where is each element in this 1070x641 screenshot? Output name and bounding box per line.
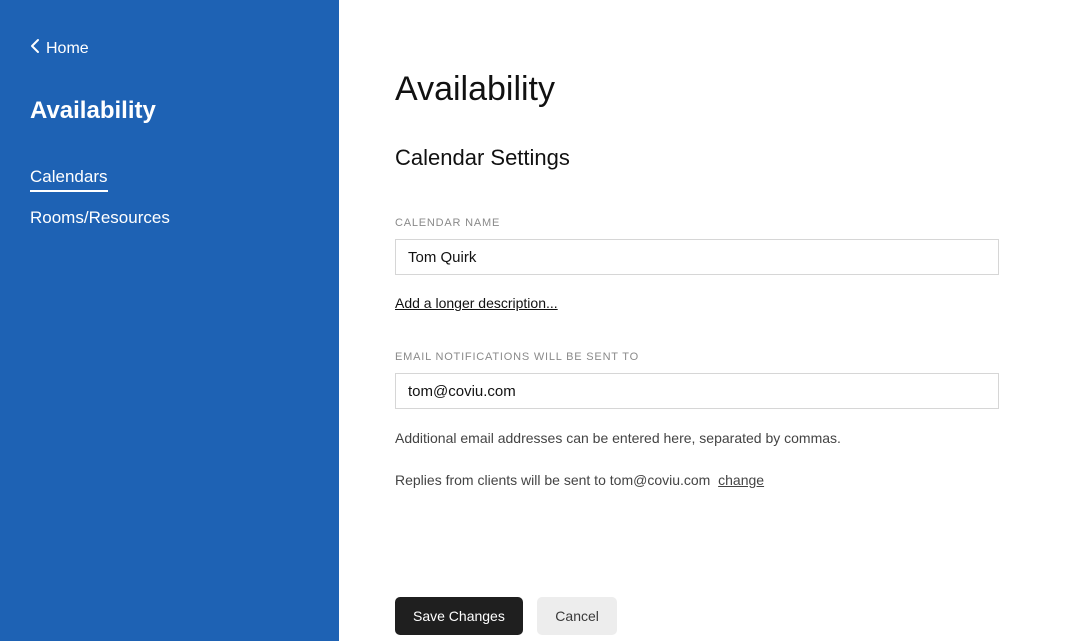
main-content: Availability Calendar Settings CALENDAR … [339, 0, 1070, 641]
back-home-label: Home [46, 40, 89, 58]
sidebar-item-rooms-resources[interactable]: Rooms/Resources [30, 208, 170, 228]
email-notifications-label: EMAIL NOTIFICATIONS WILL BE SENT TO [395, 351, 1014, 363]
change-reply-email-link[interactable]: change [718, 472, 764, 488]
reply-hint: Replies from clients will be sent to tom… [395, 469, 1014, 493]
page-title: Availability [395, 70, 1014, 109]
add-description-link[interactable]: Add a longer description... [395, 295, 558, 311]
sidebar: Home Availability Calendars Rooms/Resour… [0, 0, 339, 641]
email-hint: Additional email addresses can be entere… [395, 427, 1014, 451]
back-home-link[interactable]: Home [30, 38, 309, 59]
calendar-name-label: CALENDAR NAME [395, 217, 1014, 229]
section-title: Calendar Settings [395, 145, 1014, 171]
cancel-button[interactable]: Cancel [537, 597, 617, 635]
calendar-name-input[interactable] [395, 239, 999, 275]
sidebar-item-calendars[interactable]: Calendars [30, 167, 108, 192]
chevron-left-icon [30, 38, 46, 59]
sidebar-title: Availability [30, 97, 309, 125]
save-button[interactable]: Save Changes [395, 597, 523, 635]
email-notifications-input[interactable] [395, 373, 999, 409]
button-row: Save Changes Cancel [395, 597, 1014, 635]
